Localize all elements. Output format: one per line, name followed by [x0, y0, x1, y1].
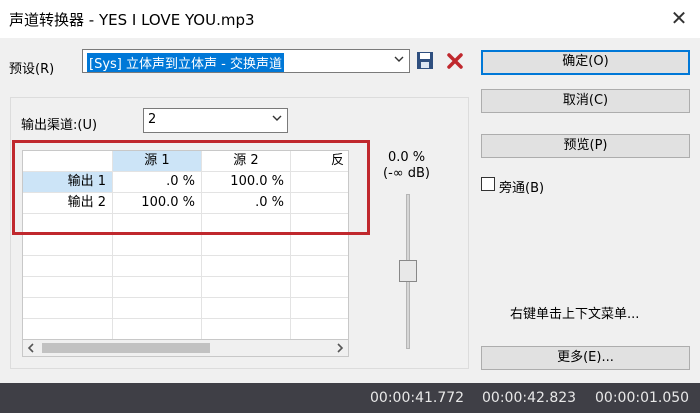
chevron-left-icon[interactable] — [26, 343, 36, 353]
table-row — [23, 256, 348, 277]
selection-length-time: 00:00:01.050 — [595, 390, 690, 406]
ok-button[interactable]: 确定(O) — [481, 50, 690, 75]
chevron-down-icon — [394, 56, 404, 62]
cancel-button[interactable]: 取消(C) — [481, 89, 690, 113]
table-row — [23, 319, 348, 339]
highlight-box — [12, 140, 370, 235]
grid-horizontal-scrollbar[interactable] — [22, 340, 349, 357]
preset-dropdown[interactable]: [Sys] 立体声到立体声 - 交换声道 — [82, 49, 410, 73]
title-bar: 声道转换器 - YES I LOVE YOU.mp3 ✕ — [0, 0, 700, 38]
table-row — [23, 298, 348, 319]
context-menu-hint: 右键单击上下文菜单... — [510, 307, 640, 322]
table-row — [23, 277, 348, 298]
scrollbar-thumb[interactable] — [42, 343, 210, 353]
close-icon[interactable]: ✕ — [664, 4, 694, 32]
delete-icon[interactable] — [446, 52, 464, 70]
level-slider-thumb[interactable] — [399, 260, 417, 282]
output-channels-label: 输出渠道:(U) — [21, 118, 98, 133]
window-title: 声道转换器 - YES I LOVE YOU.mp3 — [9, 11, 255, 29]
preset-label: 预设(R) — [9, 62, 55, 77]
table-row — [23, 235, 348, 256]
save-icon[interactable] — [416, 51, 434, 70]
bypass-label: 旁通(B) — [499, 181, 545, 196]
preset-value: [Sys] 立体声到立体声 - 交换声道 — [87, 53, 284, 72]
bypass-checkbox[interactable] — [481, 177, 495, 191]
preview-button[interactable]: 预览(P) — [481, 134, 690, 158]
output-channels-value: 2 — [148, 112, 157, 127]
more-button[interactable]: 更多(E)... — [481, 346, 690, 370]
slider-percent: 0.0 % — [388, 150, 426, 165]
selection-start-time: 00:00:41.772 — [370, 390, 465, 406]
output-channels-dropdown[interactable]: 2 — [143, 108, 288, 133]
status-bar: 00:00:41.772 00:00:42.823 00:00:01.050 — [0, 383, 700, 413]
chevron-down-icon — [272, 115, 282, 121]
chevron-right-icon[interactable] — [335, 343, 345, 353]
selection-end-time: 00:00:42.823 — [482, 390, 577, 406]
slider-db: (-∞ dB) — [383, 166, 430, 181]
